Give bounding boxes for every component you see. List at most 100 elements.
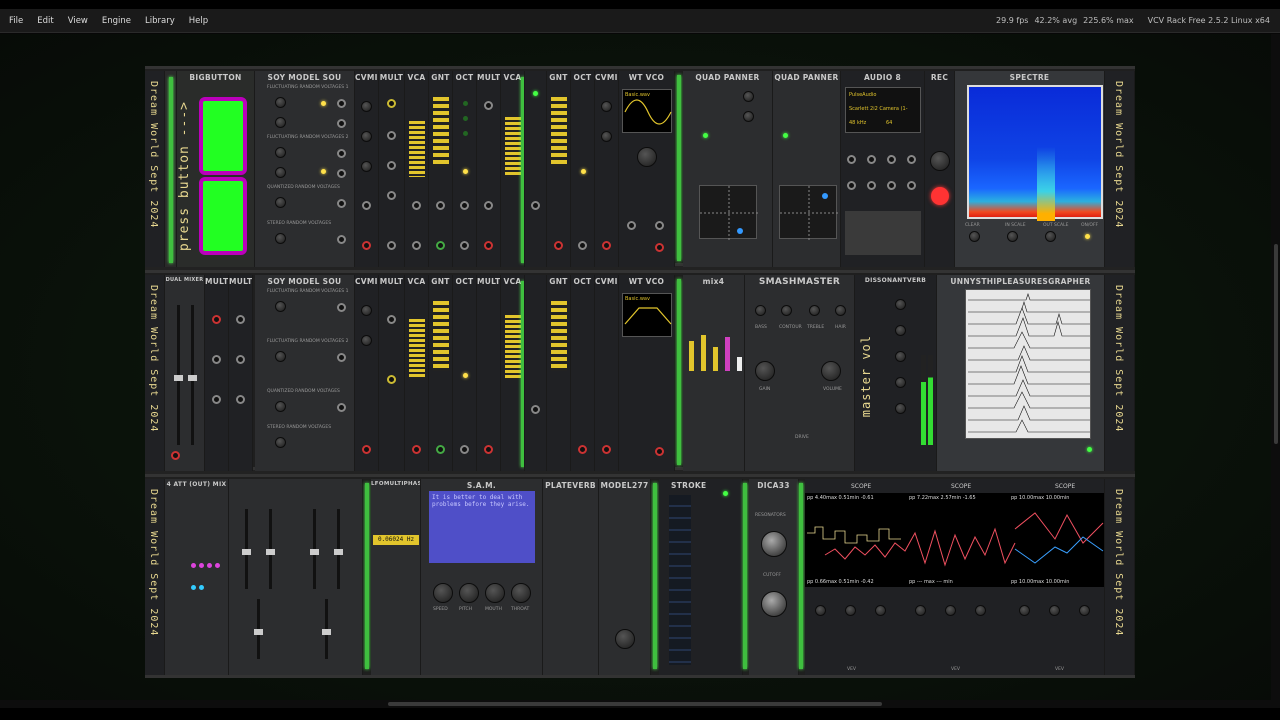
hair-knob[interactable] — [835, 305, 846, 316]
fader[interactable] — [188, 305, 197, 445]
knob[interactable] — [1007, 231, 1018, 242]
sam-module[interactable]: S.A.M. It is better to deal with problem… — [421, 479, 543, 675]
gnt-module-2[interactable]: GNT — [429, 275, 453, 471]
jack[interactable] — [484, 101, 493, 110]
cvmix-module-b[interactable]: CVMIX — [595, 71, 619, 267]
mix4-module[interactable]: mix4 — [683, 275, 745, 471]
label-module[interactable] — [165, 71, 177, 267]
vca-module-4[interactable]: VCA — [501, 275, 525, 471]
four-att-module[interactable]: 4 ATT (OUT) MIX — [165, 479, 229, 675]
fader[interactable] — [322, 599, 331, 659]
quad-panner-2[interactable]: QUAD PANNER — [773, 71, 841, 267]
vertical-scroll-thumb[interactable] — [1274, 244, 1278, 444]
side-label-module-right[interactable]: Dream World Sept 2024 — [1105, 275, 1135, 471]
fader[interactable] — [174, 305, 183, 445]
jack[interactable] — [412, 241, 421, 250]
knob[interactable] — [275, 301, 286, 312]
audio-device[interactable]: Scarlett 2i2 Camera (1- — [849, 106, 908, 112]
gnt-module-b[interactable]: GNT — [547, 71, 571, 267]
jack[interactable] — [337, 199, 346, 208]
dual-mixer-module[interactable]: DUAL MIXER — [165, 275, 205, 471]
jack[interactable] — [412, 445, 421, 454]
speed-knob[interactable] — [433, 583, 453, 603]
knob[interactable] — [895, 403, 906, 414]
vca-module-3[interactable]: VCA — [405, 275, 429, 471]
cutoff-knob[interactable] — [761, 591, 787, 617]
cvmix-module-2[interactable]: CVMIX — [355, 275, 379, 471]
treble-knob[interactable] — [809, 305, 820, 316]
resonators-knob[interactable] — [761, 531, 787, 557]
rack-workspace[interactable]: Dream World Sept 2024 BIGBUTTON press bu… — [0, 34, 1280, 700]
jack[interactable] — [236, 395, 245, 404]
big-button-top[interactable] — [199, 97, 247, 175]
model277-module[interactable]: MODEL277 — [599, 479, 651, 675]
knob[interactable] — [845, 605, 856, 616]
jack[interactable] — [387, 375, 396, 384]
knob[interactable] — [743, 91, 754, 102]
jack[interactable] — [847, 181, 856, 190]
gnt-module[interactable]: GNT — [429, 71, 453, 267]
jack[interactable] — [887, 155, 896, 164]
smashmaster-module[interactable]: SMASHMASTER BASS CONTOUR TREBLE HAIR GAI… — [745, 275, 855, 471]
throat-knob[interactable] — [511, 583, 531, 603]
soy-module-1[interactable]: SOY MODEL SOU FLUCTUATING RANDOM VOLTAGE… — [255, 71, 355, 267]
knob[interactable] — [895, 299, 906, 310]
cvmix-module[interactable]: CVMIX — [355, 71, 379, 267]
knob[interactable] — [637, 147, 657, 167]
jack[interactable] — [337, 353, 346, 362]
menu-edit[interactable]: Edit — [30, 9, 60, 32]
sequencer-module-2[interactable] — [525, 275, 547, 471]
knob[interactable] — [275, 117, 286, 128]
mult-module-6[interactable]: MULT — [477, 275, 501, 471]
knob[interactable] — [895, 325, 906, 336]
knob[interactable] — [601, 131, 612, 142]
jack[interactable] — [337, 149, 346, 158]
menu-library[interactable]: Library — [138, 9, 182, 32]
mult-module-4[interactable]: MULT — [229, 275, 253, 471]
mult-module-3[interactable]: MULT — [205, 275, 229, 471]
jack[interactable] — [867, 181, 876, 190]
knob[interactable] — [1019, 605, 1030, 616]
horizontal-scrollbar[interactable] — [0, 700, 1280, 708]
jack[interactable] — [907, 155, 916, 164]
menu-engine[interactable]: Engine — [95, 9, 138, 32]
mult-module[interactable]: MULT — [379, 71, 405, 267]
side-label-module[interactable]: Dream World Sept 2024 — [145, 275, 165, 471]
mult-module-5[interactable]: MULT — [379, 275, 405, 471]
knob[interactable] — [275, 437, 286, 448]
jack[interactable] — [602, 445, 611, 454]
jack[interactable] — [212, 315, 221, 324]
jack[interactable] — [907, 181, 916, 190]
volume-knob[interactable] — [821, 361, 841, 381]
audio-driver[interactable]: PulseAudio — [849, 92, 876, 98]
jack[interactable] — [460, 241, 469, 250]
knob[interactable] — [361, 305, 372, 316]
jack[interactable] — [337, 303, 346, 312]
jack[interactable] — [460, 445, 469, 454]
wtvco-module[interactable]: WT VCO Basic.wav — [619, 71, 675, 267]
jack[interactable] — [387, 315, 396, 324]
jack[interactable] — [867, 155, 876, 164]
knob[interactable] — [895, 377, 906, 388]
bass-knob[interactable] — [755, 305, 766, 316]
side-label-module[interactable]: Dream World Sept 2024 — [145, 71, 165, 267]
knob[interactable] — [275, 97, 286, 108]
gnt-module-2b[interactable]: GNT — [547, 275, 571, 471]
jack[interactable] — [337, 403, 346, 412]
side-label-module-right[interactable]: Dream World Sept 2024 — [1105, 479, 1135, 675]
jack[interactable] — [387, 99, 396, 108]
side-label-module[interactable]: Dream World Sept 2024 — [145, 479, 165, 675]
lfo-module[interactable]: LFOMULTIPHASE 0.06024 Hz — [371, 479, 421, 675]
fader[interactable] — [242, 509, 251, 589]
knob[interactable] — [361, 335, 372, 346]
jack[interactable] — [484, 201, 493, 210]
vertical-scrollbar[interactable] — [1271, 34, 1280, 700]
soy-module-2[interactable]: SOY MODEL SOU FLUCTUATING RANDOM VOLTAGE… — [255, 275, 355, 471]
jack[interactable] — [212, 355, 221, 364]
knob[interactable] — [1079, 605, 1090, 616]
jack[interactable] — [887, 181, 896, 190]
quad-panner-1[interactable]: QUAD PANNER — [683, 71, 773, 267]
jack[interactable] — [337, 235, 346, 244]
knob[interactable] — [601, 101, 612, 112]
plateverb-module[interactable]: PLATEVERB — [543, 479, 599, 675]
